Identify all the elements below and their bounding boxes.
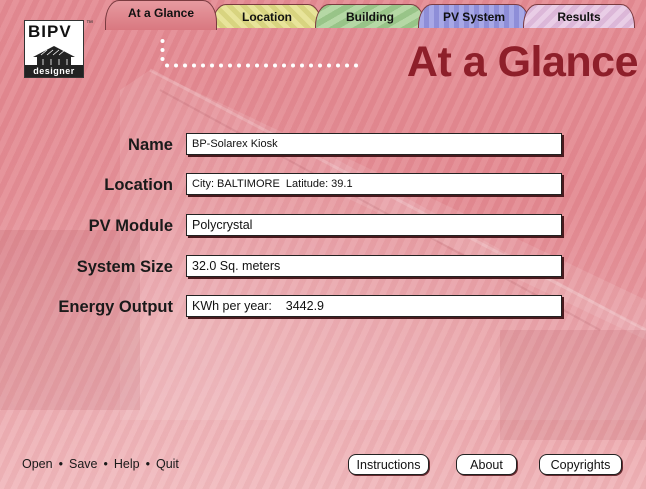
energy-output-label: Energy Output — [58, 298, 173, 316]
tab-pv-system[interactable]: PV System — [418, 4, 530, 28]
system-size-label: System Size — [76, 258, 173, 276]
tab-building[interactable]: Building — [315, 4, 425, 28]
footer-separator: • — [145, 457, 150, 471]
row-name: Name BP-Solarex Kiosk — [0, 133, 646, 159]
row-pv-module: PV Module Polycrystal — [0, 214, 646, 240]
footer-links: Open • Save • Help • Quit — [22, 457, 179, 471]
help-link[interactable]: Help — [114, 457, 140, 471]
name-field[interactable]: BP-Solarex Kiosk — [186, 133, 562, 155]
tab-location-label: Location — [242, 9, 292, 24]
tab-location[interactable]: Location — [212, 4, 322, 28]
pv-module-label: PV Module — [88, 217, 173, 235]
instructions-button[interactable]: Instructions — [348, 454, 429, 475]
pv-module-field[interactable]: Polycrystal — [186, 214, 562, 236]
tab-at-a-glance[interactable]: At a Glance — [105, 0, 217, 30]
logo-subtitle: designer — [25, 65, 83, 77]
tab-results-label: Results — [557, 9, 601, 24]
tab-pv-system-label: PV System — [442, 9, 506, 24]
footer-separator: • — [103, 457, 108, 471]
tab-results[interactable]: Results — [523, 4, 635, 28]
row-system-size: System Size 32.0 Sq. meters — [0, 255, 646, 281]
row-energy-output: Energy Output KWh per year: 3442.9 — [0, 295, 646, 321]
page-title: At a Glance — [406, 38, 639, 86]
quit-link[interactable]: Quit — [156, 457, 179, 471]
about-button[interactable]: About — [456, 454, 517, 475]
system-size-field[interactable]: 32.0 Sq. meters — [186, 255, 562, 277]
open-link[interactable]: Open — [22, 457, 53, 471]
location-field[interactable]: City: BALTIMORE Latitude: 39.1 — [186, 173, 562, 195]
save-link[interactable]: Save — [69, 457, 98, 471]
footer-separator: • — [58, 457, 63, 471]
trademark-mark: ™ — [86, 20, 93, 27]
name-label: Name — [128, 136, 173, 154]
house-icon — [33, 46, 75, 65]
location-label: Location — [104, 176, 173, 194]
tab-building-label: Building — [346, 9, 394, 24]
bipv-logo: BIPV designer — [24, 20, 84, 78]
tab-bar: Location Building PV System Results At a… — [95, 0, 646, 30]
copyrights-button[interactable]: Copyrights — [539, 454, 622, 475]
energy-output-field[interactable]: KWh per year: 3442.9 — [186, 295, 562, 317]
row-location: Location City: BALTIMORE Latitude: 39.1 — [0, 173, 646, 199]
logo-text: BIPV — [28, 22, 72, 41]
dotted-line-vertical — [160, 39, 165, 61]
dotted-line-horizontal — [165, 63, 358, 68]
tab-at-a-glance-label: At a Glance — [127, 5, 195, 20]
